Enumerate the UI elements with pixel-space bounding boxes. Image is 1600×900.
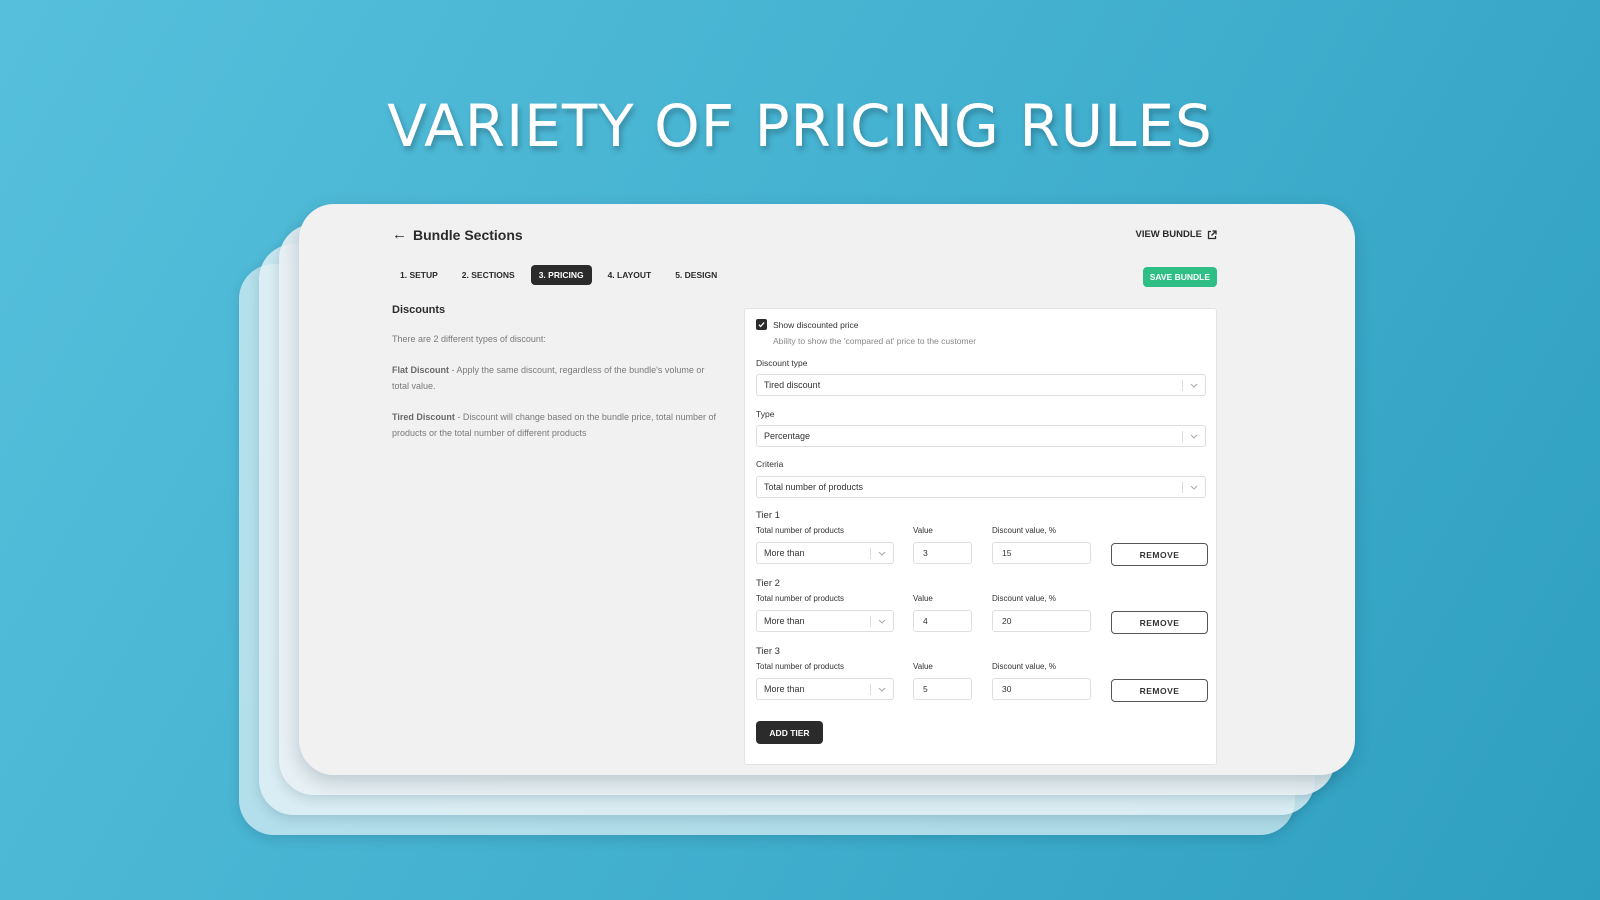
discounts-heading: Discounts	[392, 304, 446, 316]
add-tier-button[interactable]: ADD TIER	[756, 721, 823, 744]
chevron-down-icon	[1190, 485, 1198, 490]
tier-operator-select[interactable]: More than	[756, 610, 894, 632]
back-button[interactable]: ← Bundle Sections	[392, 226, 523, 243]
criteria-select[interactable]: Total number of products	[756, 476, 1206, 498]
tiered-discount-title: Tired Discount	[392, 412, 455, 422]
tab-setup[interactable]: 1. SETUP	[392, 265, 446, 285]
select-separator	[870, 548, 871, 559]
tier-discount-input[interactable]: 20	[992, 610, 1091, 632]
flat-discount-description: Flat Discount - Apply the same discount,…	[392, 365, 705, 391]
tier-discount-input[interactable]: 30	[992, 678, 1091, 700]
select-separator	[870, 616, 871, 627]
select-separator	[870, 684, 871, 695]
tab-design[interactable]: 5. DESIGN	[667, 265, 725, 285]
type-value: Percentage	[764, 431, 811, 441]
show-discounted-price-checkbox[interactable]	[756, 319, 767, 330]
step-tabs: 1. SETUP 2. SECTIONS 3. PRICING 4. LAYOU…	[392, 265, 733, 285]
tier-operator-value: More than	[764, 548, 805, 558]
view-bundle-link[interactable]: VIEW BUNDLE	[1136, 229, 1218, 240]
pricing-form-panel: Show discounted price Ability to show th…	[744, 308, 1217, 765]
show-discounted-price-help: Ability to show the 'compared at' price …	[773, 336, 977, 346]
tier-operator-value: More than	[764, 684, 805, 694]
tier-remove-button[interactable]: REMOVE	[1111, 543, 1208, 566]
tier-remove-button[interactable]: REMOVE	[1111, 611, 1208, 634]
tier-value-label: Value	[913, 526, 933, 535]
app-window: ← Bundle Sections VIEW BUNDLE 1. SETUP 2…	[299, 204, 1355, 775]
tier-discount-input[interactable]: 15	[992, 542, 1091, 564]
tier-operator-select[interactable]: More than	[756, 678, 894, 700]
tier-operator-select[interactable]: More than	[756, 542, 894, 564]
tier-value-label: Value	[913, 662, 933, 671]
select-separator	[1182, 482, 1183, 493]
chevron-down-icon	[878, 619, 886, 624]
tier-title: Tier 3	[756, 646, 780, 657]
type-select[interactable]: Percentage	[756, 425, 1206, 447]
tier-criteria-label: Total number of products	[756, 526, 845, 535]
show-discounted-price-label: Show discounted price	[773, 319, 859, 330]
chevron-down-icon	[1190, 434, 1198, 439]
select-separator	[1182, 431, 1183, 442]
tab-layout[interactable]: 4. LAYOUT	[600, 265, 660, 285]
tier-criteria-label: Total number of products	[756, 594, 845, 603]
checkmark-icon	[758, 322, 765, 328]
tier-discount-label: Discount value, %	[992, 662, 1057, 671]
discount-type-select[interactable]: Tired discount	[756, 374, 1206, 396]
tier-value-input[interactable]: 3	[913, 542, 972, 564]
page-title: Bundle Sections	[413, 226, 523, 243]
discounts-intro: There are 2 different types of discount:	[392, 334, 546, 344]
hero-title: VARIETY OF PRICING RULES	[387, 92, 1213, 160]
tier-title: Tier 1	[756, 510, 780, 521]
tier-title: Tier 2	[756, 578, 780, 589]
tier-value-input[interactable]: 4	[913, 610, 972, 632]
page-header: ← Bundle Sections VIEW BUNDLE	[392, 224, 1217, 250]
tier-remove-button[interactable]: REMOVE	[1111, 679, 1208, 702]
chevron-down-icon	[878, 551, 886, 556]
tier-operator-value: More than	[764, 616, 805, 626]
tiered-discount-description: Tired Discount - Discount will change ba…	[392, 412, 716, 438]
arrow-left-icon: ←	[392, 226, 407, 243]
chevron-down-icon	[878, 687, 886, 692]
type-label: Type	[756, 409, 775, 419]
tier-discount-label: Discount value, %	[992, 526, 1057, 535]
page-content: ← Bundle Sections VIEW BUNDLE 1. SETUP 2…	[392, 204, 1217, 775]
tab-sections[interactable]: 2. SECTIONS	[454, 265, 523, 285]
save-bundle-button[interactable]: SAVE BUNDLE	[1142, 267, 1217, 287]
show-discounted-price-row: Show discounted price	[756, 319, 859, 330]
select-separator	[1182, 380, 1183, 391]
discounts-info: Discounts There are 2 different types of…	[392, 304, 722, 456]
chevron-down-icon	[1190, 383, 1198, 388]
tier-criteria-label: Total number of products	[756, 662, 845, 671]
tab-pricing[interactable]: 3. PRICING	[530, 265, 592, 285]
criteria-value: Total number of products	[764, 482, 864, 492]
tier-discount-label: Discount value, %	[992, 594, 1057, 603]
criteria-label: Criteria	[756, 459, 784, 469]
view-bundle-label: VIEW BUNDLE	[1135, 229, 1203, 240]
tier-value-label: Value	[913, 594, 933, 603]
external-link-icon	[1207, 229, 1217, 239]
discount-type-label: Discount type	[756, 358, 808, 368]
tier-value-input[interactable]: 5	[913, 678, 972, 700]
flat-discount-title: Flat Discount	[392, 365, 450, 375]
discount-type-value: Tired discount	[764, 380, 821, 390]
